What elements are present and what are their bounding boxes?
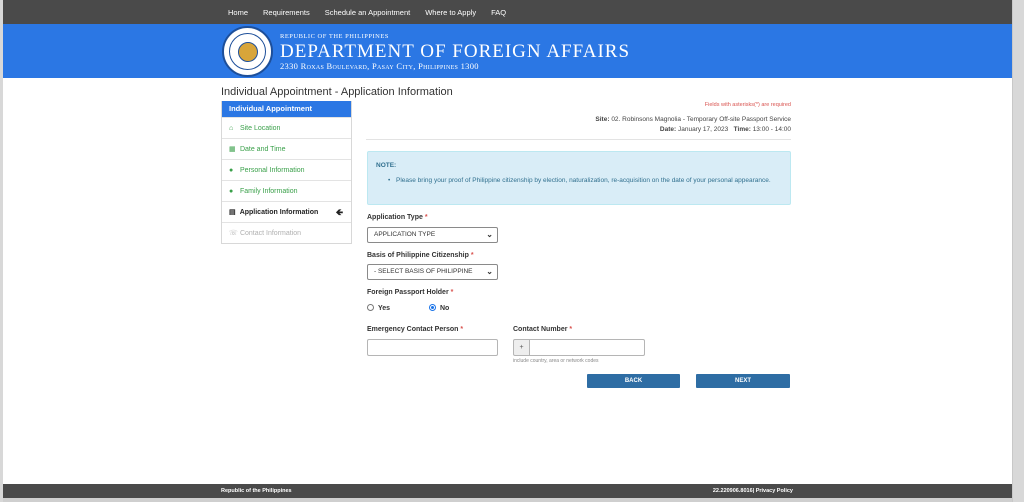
- users-icon: ●: [229, 188, 234, 195]
- user-icon: ●: [229, 167, 234, 174]
- site-info: Site: 02. Robinsons Magnolia - Temporary…: [500, 116, 791, 123]
- sidebar-item-date-time[interactable]: ▦ Date and Time: [222, 138, 351, 159]
- back-button[interactable]: BACK: [587, 374, 680, 388]
- radio-no[interactable]: No: [429, 304, 449, 312]
- note-text: Please bring your proof of Philippine ci…: [396, 177, 771, 184]
- contact-number-input[interactable]: [529, 339, 645, 356]
- date-time-info: Date: January 17, 2023 Time: 13:00 - 14:…: [500, 126, 791, 133]
- emergency-contact-label: Emergency Contact Person *: [367, 326, 464, 333]
- date-label: Date:: [659, 126, 677, 133]
- header-address: 2330 Roxas Boulevard, Pasay City, Philip…: [280, 61, 479, 71]
- dfa-seal-logo: [222, 26, 273, 77]
- citizenship-value: - SELECT BASIS OF PHILIPPINE: [374, 268, 473, 275]
- sidebar-item-personal-info[interactable]: ● Personal Information: [222, 159, 351, 180]
- note-item: • Please bring your proof of Philippine …: [376, 176, 782, 186]
- sidebar-item-label: Family Information: [239, 188, 298, 195]
- sidebar-item-family-info[interactable]: ● Family Information: [222, 180, 351, 201]
- site-label: Site:: [595, 116, 610, 123]
- header-subtitle: Republic of the Philippines: [280, 33, 389, 40]
- citizenship-select[interactable]: - SELECT BASIS OF PHILIPPINE ⌄: [367, 264, 498, 280]
- header-title: DEPARTMENT OF FOREIGN AFFAIRS: [280, 41, 631, 62]
- application-type-select[interactable]: APPLICATION TYPE ⌄: [367, 227, 498, 243]
- radio-yes[interactable]: Yes: [367, 304, 390, 312]
- sidebar-item-label: Application Information: [239, 209, 319, 216]
- header-banner: Republic of the Philippines DEPARTMENT O…: [3, 24, 1012, 78]
- page-title: Individual Appointment - Application Inf…: [221, 86, 453, 98]
- sidebar-item-application-info[interactable]: ▤ Application Information 🡸: [222, 201, 351, 222]
- chevron-down-icon: ⌄: [486, 230, 493, 239]
- note-alert: NOTE: • Please bring your proof of Phili…: [367, 151, 791, 205]
- divider: [366, 139, 791, 140]
- required-fields-note: Fields with asterisks(*) are required: [704, 102, 791, 108]
- plus-prefix: +: [513, 339, 530, 356]
- application-type-value: APPLICATION TYPE: [374, 231, 436, 238]
- sidebar-item-label: Contact Information: [239, 230, 302, 237]
- chevron-down-icon: ⌄: [486, 267, 493, 276]
- window-scrollbar[interactable]: [1012, 0, 1024, 502]
- date-value: January 17, 2023: [678, 126, 729, 133]
- emergency-contact-input[interactable]: [367, 339, 498, 356]
- nav-where-to-apply[interactable]: Where to Apply: [425, 8, 476, 17]
- contact-number-label: Contact Number *: [513, 326, 573, 333]
- sidebar-item-label: Date and Time: [239, 146, 286, 153]
- steps-sidebar: Individual Appointment ⌂ Site Location ▦…: [221, 101, 352, 244]
- sidebar-header: Individual Appointment: [222, 101, 351, 117]
- nav-schedule[interactable]: Schedule an Appointment: [325, 8, 410, 17]
- radio-no-button[interactable]: [429, 304, 436, 311]
- time-value: 13:00 - 14:00: [752, 126, 791, 133]
- foreign-passport-label: Foreign Passport Holder *: [367, 289, 454, 296]
- contact-number-hint: include country, area or network codes: [513, 358, 599, 364]
- nav-faq[interactable]: FAQ: [491, 8, 506, 17]
- bottom-strip: [3, 498, 1012, 502]
- note-title: NOTE:: [376, 162, 397, 169]
- card-icon: ▤: [229, 209, 236, 216]
- bullet-icon: •: [388, 177, 391, 184]
- calendar-icon: ▦: [229, 146, 236, 153]
- top-nav: Home Requirements Schedule an Appointmen…: [3, 0, 1012, 24]
- arrow-left-icon: 🡸: [335, 207, 343, 217]
- footer: Republic of the Philippines 22.220906.80…: [3, 484, 1012, 498]
- next-button[interactable]: NEXT: [696, 374, 790, 388]
- sidebar-item-label: Site Location: [239, 125, 281, 132]
- home-icon: ⌂: [229, 125, 234, 132]
- site-value: 02. Robinsons Magnolia - Temporary Off-s…: [611, 116, 791, 123]
- footer-left: Republic of the Philippines: [221, 488, 292, 494]
- sidebar-item-site-location[interactable]: ⌂ Site Location: [222, 117, 351, 138]
- sidebar-item-contact-info: ☏ Contact Information: [222, 222, 351, 243]
- radio-yes-label: Yes: [378, 305, 391, 312]
- phone-icon: ☏: [229, 230, 238, 237]
- radio-yes-button[interactable]: [367, 304, 374, 311]
- footer-right[interactable]: 22.220906.8016| Privacy Policy: [713, 488, 793, 494]
- time-label: Time:: [733, 126, 751, 133]
- radio-no-label: No: [440, 305, 450, 312]
- sidebar-item-label: Personal Information: [239, 167, 305, 174]
- nav-requirements[interactable]: Requirements: [263, 8, 310, 17]
- nav-home[interactable]: Home: [228, 8, 248, 17]
- citizenship-label: Basis of Philippine Citizenship *: [367, 252, 474, 259]
- application-type-label: Application Type *: [367, 214, 428, 221]
